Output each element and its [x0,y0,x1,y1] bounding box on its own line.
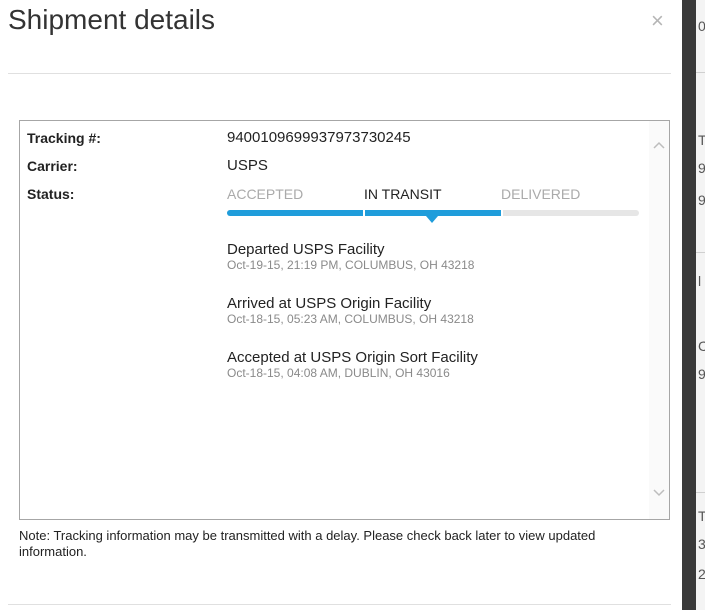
status-progress-fill [227,210,504,216]
footer-divider [8,604,671,605]
shipment-details-modal: Shipment details × Tracking #: 940010969… [0,0,682,610]
background-text: 2s [698,566,705,582]
background-text: Tr [698,508,705,524]
scroll-up-icon[interactable] [652,139,666,153]
stage-in-transit: IN TRANSIT [364,186,442,202]
tracking-event: Accepted at USPS Origin Sort Facility Oc… [227,349,478,380]
scroll-down-icon[interactable] [652,485,666,499]
tracking-number: 9400109699937973730245 [227,129,411,146]
status-label: Status: [27,186,75,202]
header-divider [8,73,671,74]
background-text: Tr [698,132,705,148]
background-divider [696,492,705,493]
background-page: 0 Tr 9. 9s l C 9 Tr 3. 2s [682,0,705,610]
event-detail: Oct-18-15, 04:08 AM, DUBLIN, OH 43016 [227,366,450,380]
panel-scrollbar[interactable] [649,121,669,519]
carrier-value: USPS [227,157,268,174]
background-text: C [698,338,705,354]
background-text: 0 [698,18,705,34]
tracking-event: Departed USPS Facility Oct-19-15, 21:19 … [227,241,474,272]
carrier-label: Carrier: [27,158,78,174]
background-divider [696,72,705,73]
background-text: 3. [698,536,705,552]
event-title: Arrived at USPS Origin Facility [227,295,432,312]
progress-segment-gap [363,210,365,216]
background-text: 9. [698,160,705,176]
stage-delivered: DELIVERED [501,186,581,202]
background-text: l [698,273,702,289]
tracking-event: Arrived at USPS Origin Facility Oct-18-1… [227,295,474,326]
progress-segment-gap [501,210,503,216]
background-divider [696,252,705,253]
tracking-label: Tracking #: [27,130,101,146]
background-text: 9s [698,192,705,208]
event-title: Departed USPS Facility [227,241,385,258]
tracking-delay-note: Note: Tracking information may be transm… [19,528,596,559]
event-title: Accepted at USPS Origin Sort Facility [227,349,478,366]
background-text: 9 [698,366,705,382]
current-stage-pointer-icon [426,216,438,223]
event-detail: Oct-18-15, 05:23 AM, COLUMBUS, OH 43218 [227,312,474,326]
event-detail: Oct-19-15, 21:19 PM, COLUMBUS, OH 43218 [227,258,475,272]
close-icon[interactable]: × [651,8,664,34]
modal-title: Shipment details [8,4,216,35]
stage-accepted: ACCEPTED [227,186,304,202]
tracking-panel[interactable]: Tracking #: 9400109699937973730245 Carri… [19,120,670,520]
